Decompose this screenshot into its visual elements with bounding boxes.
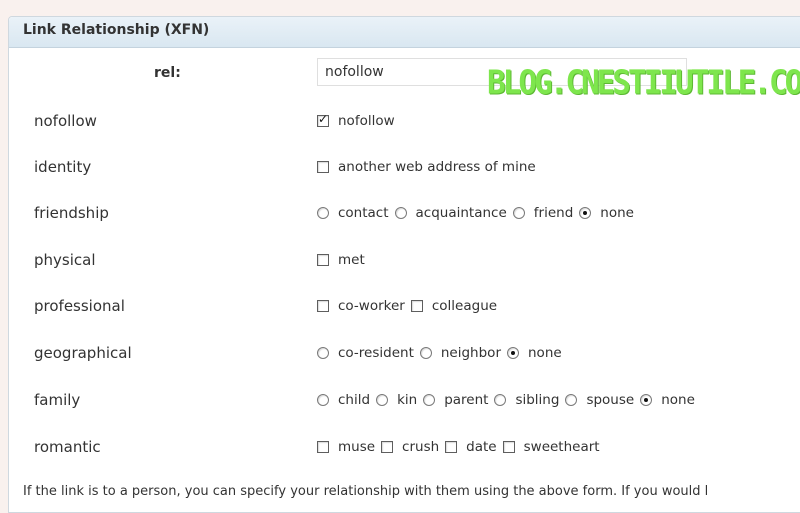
- option-label: contact: [338, 205, 389, 221]
- option-label: friend: [533, 205, 574, 221]
- radio-button[interactable]: [494, 394, 507, 406]
- row-label-nofollow: nofollow: [34, 112, 97, 130]
- checkbox[interactable]: [317, 161, 329, 173]
- option-label: spouse: [586, 392, 635, 408]
- friendship-option-none[interactable]: none: [579, 205, 634, 221]
- radio-button[interactable]: [376, 394, 389, 406]
- row-label-family: family: [34, 391, 81, 409]
- row-options-physical: met: [317, 252, 371, 268]
- row-label-romantic: romantic: [34, 438, 101, 456]
- option-label: muse: [338, 439, 376, 455]
- radio-button[interactable]: [579, 207, 592, 219]
- radio-button[interactable]: [565, 394, 578, 406]
- option-label: nofollow: [338, 113, 395, 129]
- option-label: child: [338, 392, 371, 408]
- option-label: crush: [402, 439, 440, 455]
- option-label: met: [338, 252, 365, 268]
- romantic-option-muse[interactable]: muse: [317, 439, 375, 455]
- option-label: none: [600, 205, 634, 221]
- identity-option-another web address of mine[interactable]: another web address of mine: [317, 159, 536, 175]
- option-label: colleague: [431, 298, 498, 314]
- professional-option-co-worker[interactable]: co-worker: [317, 298, 405, 314]
- radio-button[interactable]: [512, 207, 525, 219]
- option-label: sweetheart: [523, 439, 600, 455]
- panel-title: Link Relationship (XFN): [23, 22, 210, 38]
- row-label-geographical: geographical: [34, 344, 132, 362]
- family-option-none[interactable]: none: [640, 392, 695, 408]
- row-options-family: child kin parent sibling spouse none: [317, 392, 701, 408]
- geographical-option-co-resident[interactable]: co-resident: [317, 345, 414, 361]
- option-label: another web address of mine: [338, 159, 536, 175]
- option-label: date: [466, 439, 497, 455]
- checkbox[interactable]: [317, 300, 329, 312]
- checkbox[interactable]: [317, 112, 329, 127]
- option-label: sibling: [515, 392, 560, 408]
- physical-option-met[interactable]: met: [317, 252, 365, 268]
- row-label-friendship: friendship: [34, 204, 109, 222]
- checkbox[interactable]: [381, 441, 394, 453]
- radio-button[interactable]: [317, 394, 329, 406]
- family-option-child[interactable]: child: [317, 392, 370, 408]
- family-option-spouse[interactable]: spouse: [565, 392, 634, 408]
- radio-button[interactable]: [507, 347, 519, 359]
- checkbox[interactable]: [410, 300, 423, 312]
- option-label: acquaintance: [415, 205, 507, 221]
- row-options-nofollow: nofollow: [317, 112, 401, 129]
- radio-button[interactable]: [419, 347, 432, 359]
- professional-option-colleague[interactable]: colleague: [410, 298, 498, 314]
- radio-button[interactable]: [423, 394, 436, 406]
- row-label-identity: identity: [34, 158, 92, 176]
- friendship-option-friend[interactable]: friend: [512, 205, 574, 221]
- romantic-option-sweetheart[interactable]: sweetheart: [502, 439, 600, 455]
- family-option-parent[interactable]: parent: [423, 392, 488, 408]
- option-label: none: [528, 345, 562, 361]
- friendship-option-acquaintance[interactable]: acquaintance: [394, 205, 507, 221]
- family-option-sibling[interactable]: sibling: [494, 392, 559, 408]
- checkbox[interactable]: [317, 441, 329, 453]
- radio-button[interactable]: [317, 347, 329, 359]
- row-options-geographical: co-resident neighbor none: [317, 345, 568, 361]
- row-label-professional: professional: [34, 297, 125, 315]
- row-options-professional: co-worker colleague: [317, 298, 503, 314]
- family-option-kin[interactable]: kin: [376, 392, 417, 408]
- panel-header[interactable]: Link Relationship (XFN): [9, 17, 800, 48]
- rel-label: rel:: [154, 65, 181, 81]
- friendship-option-contact[interactable]: contact: [317, 205, 389, 221]
- option-label: neighbor: [440, 345, 501, 361]
- checkbox[interactable]: [317, 254, 329, 266]
- radio-button[interactable]: [640, 394, 653, 406]
- radio-button[interactable]: [317, 207, 329, 219]
- geographical-option-none[interactable]: none: [507, 345, 562, 361]
- row-label-physical: physical: [34, 251, 96, 269]
- geographical-option-neighbor[interactable]: neighbor: [419, 345, 501, 361]
- checkbox[interactable]: [502, 441, 515, 453]
- xfn-panel: Link Relationship (XFN) rel: BLOG.CNESTI…: [8, 16, 800, 513]
- nofollow-option-nofollow[interactable]: nofollow: [317, 112, 395, 129]
- option-label: none: [661, 392, 695, 408]
- radio-button[interactable]: [394, 207, 407, 219]
- option-label: co-resident: [338, 345, 414, 361]
- watermark-text: BLOG.CNESTIIUTILE.COM: [487, 64, 800, 102]
- romantic-option-date[interactable]: date: [445, 439, 497, 455]
- option-label: kin: [397, 392, 418, 408]
- romantic-option-crush[interactable]: crush: [381, 439, 439, 455]
- checkbox[interactable]: [445, 441, 458, 453]
- row-options-identity: another web address of mine: [317, 159, 542, 175]
- help-text: If the link is to a person, you can spec…: [23, 484, 709, 499]
- row-options-friendship: contact acquaintance friend none: [317, 205, 640, 221]
- option-label: co-worker: [338, 298, 405, 314]
- row-options-romantic: muse crush date sweetheart: [317, 439, 606, 455]
- option-label: parent: [444, 392, 489, 408]
